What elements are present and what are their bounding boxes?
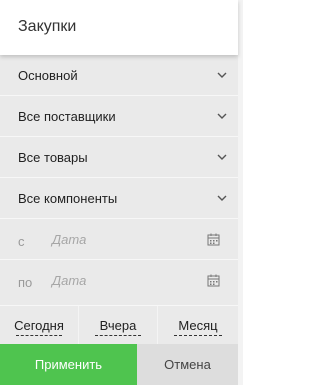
- dropdown-label: Все товары: [18, 150, 88, 165]
- apply-button-label: Применить: [34, 357, 103, 372]
- quick-range-yesterday[interactable]: Вчера: [79, 306, 158, 344]
- dropdown-suppliers[interactable]: Все поставщики: [0, 96, 238, 137]
- quick-range-label: Месяц: [158, 318, 238, 336]
- quick-range-label: Сегодня: [0, 318, 78, 336]
- chevron-down-icon: [217, 195, 227, 201]
- dropdown-label: Основной: [18, 68, 78, 83]
- dropdown-label: Все компоненты: [18, 191, 118, 206]
- date-to-row: по Дата: [0, 260, 238, 306]
- dropdown-main[interactable]: Основной: [0, 55, 238, 96]
- dropdown-products[interactable]: Все товары: [0, 137, 238, 178]
- dropdown-components[interactable]: Все компоненты: [0, 178, 238, 219]
- quick-range-month[interactable]: Месяц: [158, 306, 238, 344]
- dropdown-label: Все поставщики: [18, 109, 116, 124]
- apply-button[interactable]: Применить: [0, 344, 137, 385]
- date-from-input[interactable]: Дата: [52, 232, 86, 247]
- date-from-row: с Дата: [0, 219, 238, 260]
- quick-range-label: Вчера: [79, 318, 157, 336]
- calendar-icon[interactable]: [207, 233, 220, 246]
- calendar-icon[interactable]: [207, 274, 220, 287]
- chevron-down-icon: [217, 113, 227, 119]
- date-from-prefix: с: [18, 234, 25, 249]
- panel-header: Закупки: [0, 0, 238, 55]
- cancel-button-label: Отмена: [164, 357, 211, 372]
- date-to-prefix: по: [18, 275, 33, 290]
- page-edge: [238, 0, 243, 385]
- cancel-button[interactable]: Отмена: [137, 344, 238, 385]
- quick-range-today[interactable]: Сегодня: [0, 306, 79, 344]
- date-to-input[interactable]: Дата: [52, 273, 86, 288]
- page-title: Закупки: [18, 18, 77, 35]
- purchases-filter-panel: Закупки Основной Все поставщики Все това…: [0, 0, 238, 385]
- chevron-down-icon: [217, 72, 227, 78]
- chevron-down-icon: [217, 154, 227, 160]
